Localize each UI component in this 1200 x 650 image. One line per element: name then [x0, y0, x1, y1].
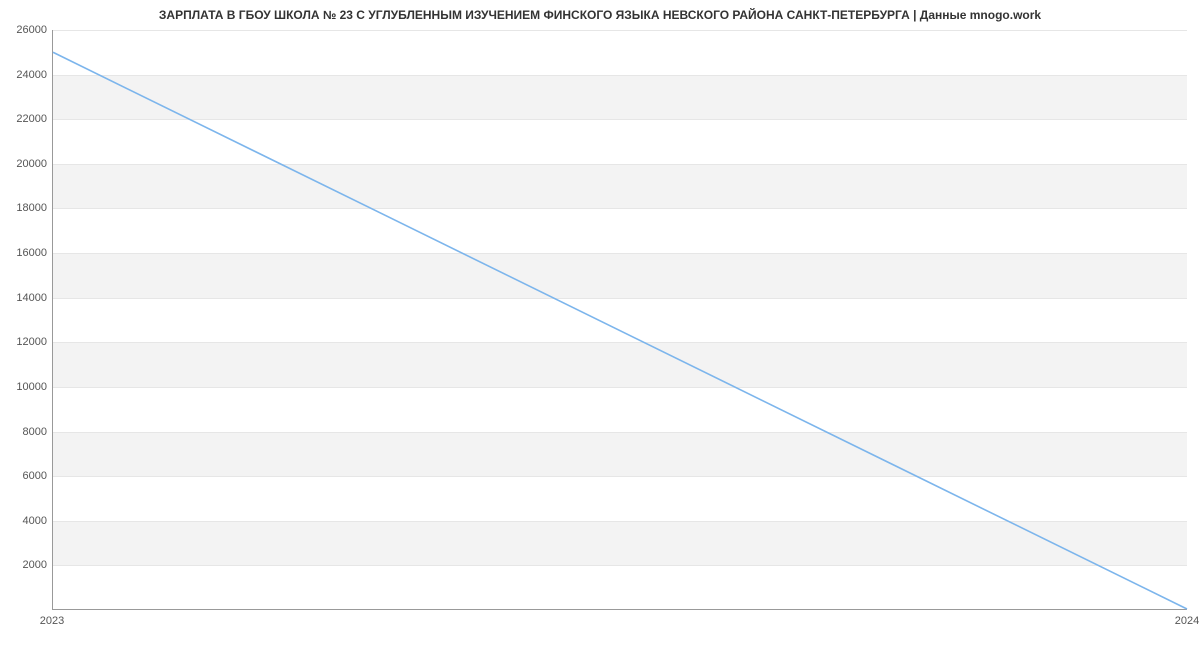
y-tick-label: 14000: [5, 292, 47, 304]
y-tick-label: 16000: [5, 247, 47, 259]
series-line: [53, 52, 1187, 609]
plot-area: [52, 30, 1187, 610]
y-tick-label: 20000: [5, 158, 47, 170]
y-tick-label: 12000: [5, 336, 47, 348]
y-tick-label: 26000: [5, 24, 47, 36]
x-tick-label: 2024: [1175, 615, 1199, 627]
y-tick-label: 18000: [5, 202, 47, 214]
x-tick-label: 2023: [40, 615, 64, 627]
y-tick-label: 6000: [5, 470, 47, 482]
y-tick-label: 24000: [5, 69, 47, 81]
chart-title: ЗАРПЛАТА В ГБОУ ШКОЛА № 23 С УГЛУБЛЕННЫМ…: [0, 8, 1200, 22]
line-layer: [53, 30, 1187, 609]
y-tick-label: 22000: [5, 113, 47, 125]
y-tick-label: 10000: [5, 381, 47, 393]
y-tick-label: 8000: [5, 426, 47, 438]
chart-container: ЗАРПЛАТА В ГБОУ ШКОЛА № 23 С УГЛУБЛЕННЫМ…: [0, 0, 1200, 650]
y-tick-label: 2000: [5, 559, 47, 571]
y-tick-label: 4000: [5, 515, 47, 527]
